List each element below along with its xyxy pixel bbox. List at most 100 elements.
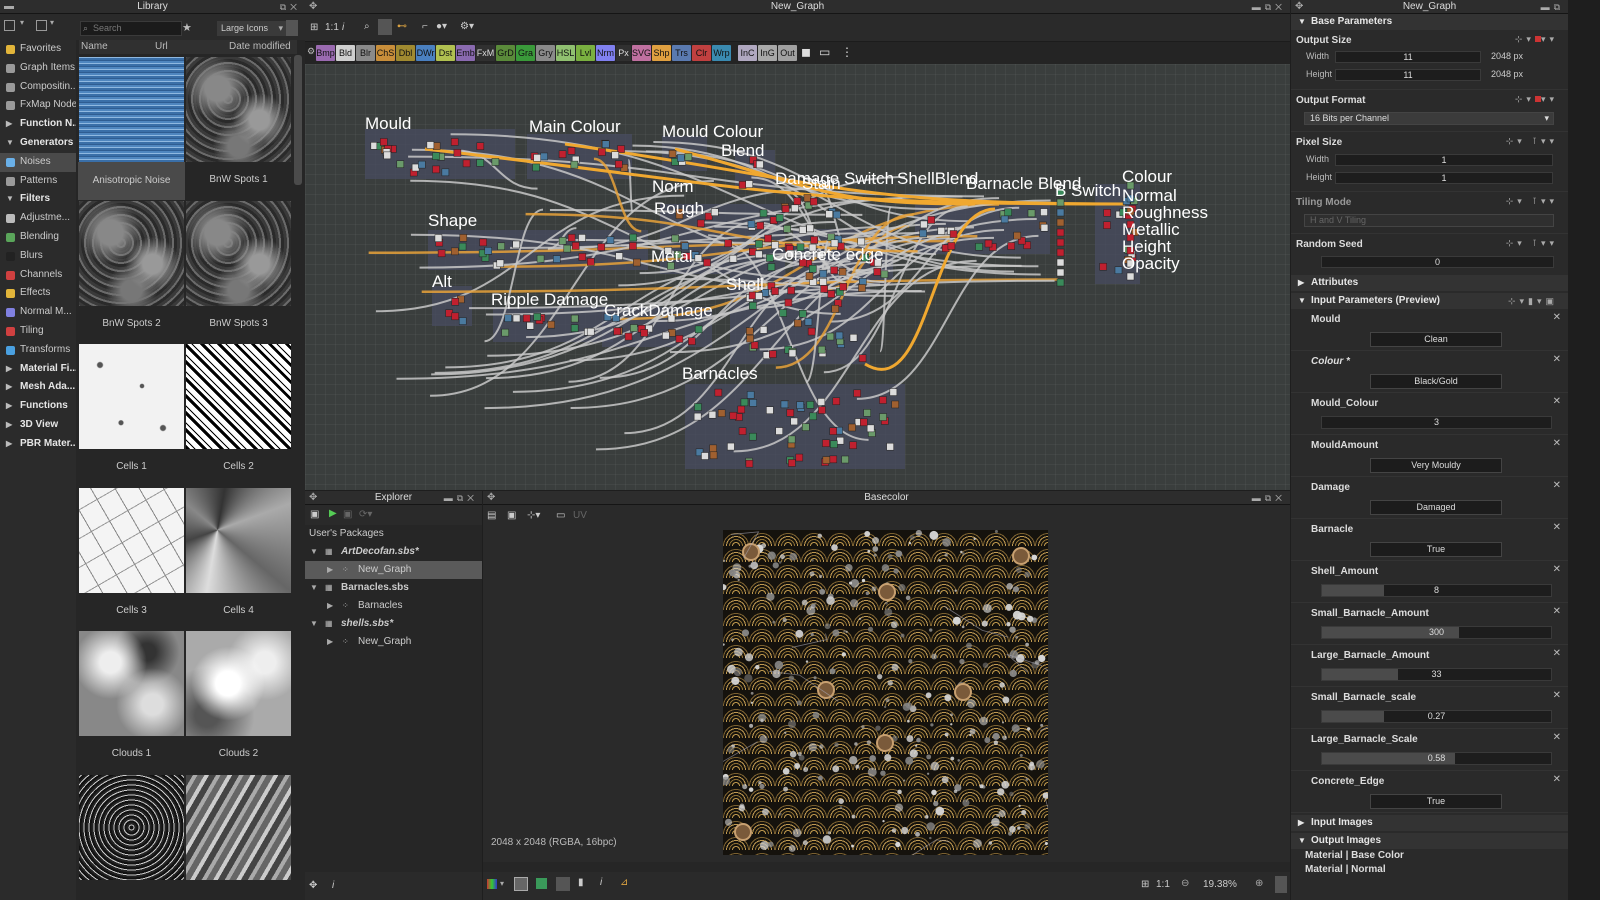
graph-node[interactable] [504, 314, 512, 322]
graph-node[interactable] [453, 149, 462, 157]
frame-title-barnacles[interactable]: Barnacles [682, 364, 758, 384]
graph-node[interactable] [745, 180, 753, 188]
graph-node[interactable] [1056, 208, 1065, 217]
graph-node[interactable] [891, 400, 899, 409]
graph-node[interactable] [819, 269, 828, 278]
frame-title-crackdamage[interactable]: CrackDamage [604, 301, 713, 321]
graph-node[interactable] [709, 444, 717, 453]
graph-node[interactable] [662, 331, 670, 340]
graph-node[interactable] [458, 242, 467, 251]
graph-node[interactable] [615, 160, 623, 169]
graph-node[interactable] [771, 287, 779, 295]
graph-node[interactable] [694, 403, 702, 411]
param-value-button[interactable]: Very Mouldy [1370, 458, 1502, 473]
graph-node[interactable] [1056, 258, 1065, 267]
graph-node[interactable] [729, 411, 738, 420]
frame-title-b-switch[interactable]: B Switch [1055, 181, 1121, 201]
move-icon[interactable]: ✥ [309, 491, 317, 505]
graph-node[interactable] [476, 142, 485, 150]
graph-node[interactable] [927, 216, 936, 224]
more-icon[interactable]: ⋮ [841, 45, 853, 59]
graph-node[interactable] [441, 168, 450, 177]
explorer-item[interactable]: ▼ ▦ ArtDecofan.sbs* [305, 543, 482, 561]
graph-node[interactable] [783, 225, 791, 233]
ruler-icon[interactable]: ⊿ [620, 877, 628, 888]
graph-node[interactable] [949, 230, 958, 238]
graph-node[interactable] [684, 153, 693, 161]
graph-node[interactable] [858, 284, 866, 292]
frame-title-main-colour[interactable]: Main Colour [529, 117, 621, 137]
parameter-options-icon[interactable]: ⊹▾ ⊺▾▾ [1506, 136, 1558, 147]
graph-node[interactable] [533, 154, 541, 162]
base-parameters-header[interactable]: ▼ Base Parameters [1291, 14, 1568, 30]
graph-node[interactable] [434, 234, 443, 242]
column-name[interactable]: Name [81, 40, 108, 54]
graph-node[interactable] [746, 334, 754, 343]
close-icon[interactable]: ✕ [1553, 774, 1561, 785]
graph-node[interactable] [451, 298, 459, 306]
graph-node[interactable] [451, 312, 459, 321]
frame-title-blend[interactable]: Blend [721, 141, 764, 161]
graph-node[interactable] [825, 210, 833, 219]
category-tiling[interactable]: Tiling [0, 322, 76, 341]
output-format-select[interactable]: 16 Bits per Channel ▾ [1304, 112, 1554, 125]
output-height-slider[interactable]: 11 [1335, 69, 1481, 81]
graph-node[interactable] [787, 286, 795, 295]
node-button-gra[interactable]: Gra [516, 45, 535, 61]
graph-node[interactable] [597, 243, 606, 251]
graph-node[interactable] [1056, 218, 1065, 227]
chevron-right-icon[interactable]: ▶ [327, 633, 333, 651]
graph-node[interactable] [629, 233, 637, 242]
category-filters[interactable]: ▼ Filters [0, 190, 76, 209]
library-search-input[interactable]: ⌕ Search [80, 21, 182, 36]
parameter-options-icon[interactable]: ⊹▾ ⊺▾▾ [1506, 196, 1558, 207]
graph-node[interactable] [567, 147, 576, 155]
graph-node[interactable] [496, 259, 505, 268]
graph-canvas[interactable]: Mould Main Colour Mould Colour Blend Norm Rou… [305, 64, 1290, 490]
graph-node[interactable] [749, 301, 757, 310]
graph-node[interactable] [817, 398, 826, 406]
graph-node[interactable] [694, 254, 703, 262]
graph-node[interactable] [745, 459, 754, 468]
move-icon[interactable]: ✥ [487, 491, 495, 505]
graph-node[interactable] [1126, 272, 1135, 281]
node-button-nrm[interactable]: Nrm [596, 45, 615, 61]
dropdown-arrow-icon[interactable]: ▾ [50, 18, 56, 29]
graph-node[interactable] [677, 154, 685, 162]
graph-node[interactable] [1040, 223, 1049, 232]
graph-node[interactable] [784, 298, 793, 307]
param-value-button[interactable]: Damaged [1370, 500, 1502, 515]
graph-node[interactable] [849, 333, 858, 342]
graph-node[interactable] [746, 391, 755, 399]
graph-node[interactable] [832, 397, 841, 406]
graph-node[interactable] [567, 233, 576, 242]
frame-title-stain[interactable]: Stain [802, 174, 841, 194]
graph-node[interactable] [633, 258, 641, 267]
graph-node[interactable] [794, 319, 802, 328]
category-functions[interactable]: ▶ Functions [0, 397, 76, 416]
graph-node[interactable] [613, 327, 621, 336]
graph-node[interactable] [799, 310, 807, 318]
graph-node[interactable] [532, 163, 540, 172]
graph-node[interactable] [703, 258, 711, 267]
graph-node[interactable] [437, 249, 446, 258]
close-icon[interactable]: ✕ [1553, 648, 1561, 659]
graph-node[interactable] [848, 423, 856, 432]
graph-node[interactable] [570, 160, 579, 169]
play-icon[interactable]: ▶ [329, 508, 337, 519]
select-tool-icon[interactable] [378, 19, 392, 35]
graph-node[interactable] [835, 331, 844, 340]
graph-node[interactable] [426, 141, 435, 149]
param-slider[interactable]: 0.27 [1321, 710, 1552, 723]
graph-node[interactable] [432, 165, 440, 174]
graph-node[interactable] [558, 237, 567, 245]
graph-node[interactable] [586, 327, 595, 336]
graph-node[interactable] [853, 389, 861, 398]
graph-node[interactable] [747, 220, 756, 228]
graph-node[interactable] [675, 335, 684, 343]
node-button-trs[interactable]: Trs [672, 45, 691, 61]
graph-node[interactable] [827, 290, 836, 298]
graph-node[interactable] [788, 349, 797, 358]
thumbnail-item-10[interactable] [79, 774, 184, 880]
zoom-out-icon[interactable]: ⊖ [1181, 878, 1189, 889]
